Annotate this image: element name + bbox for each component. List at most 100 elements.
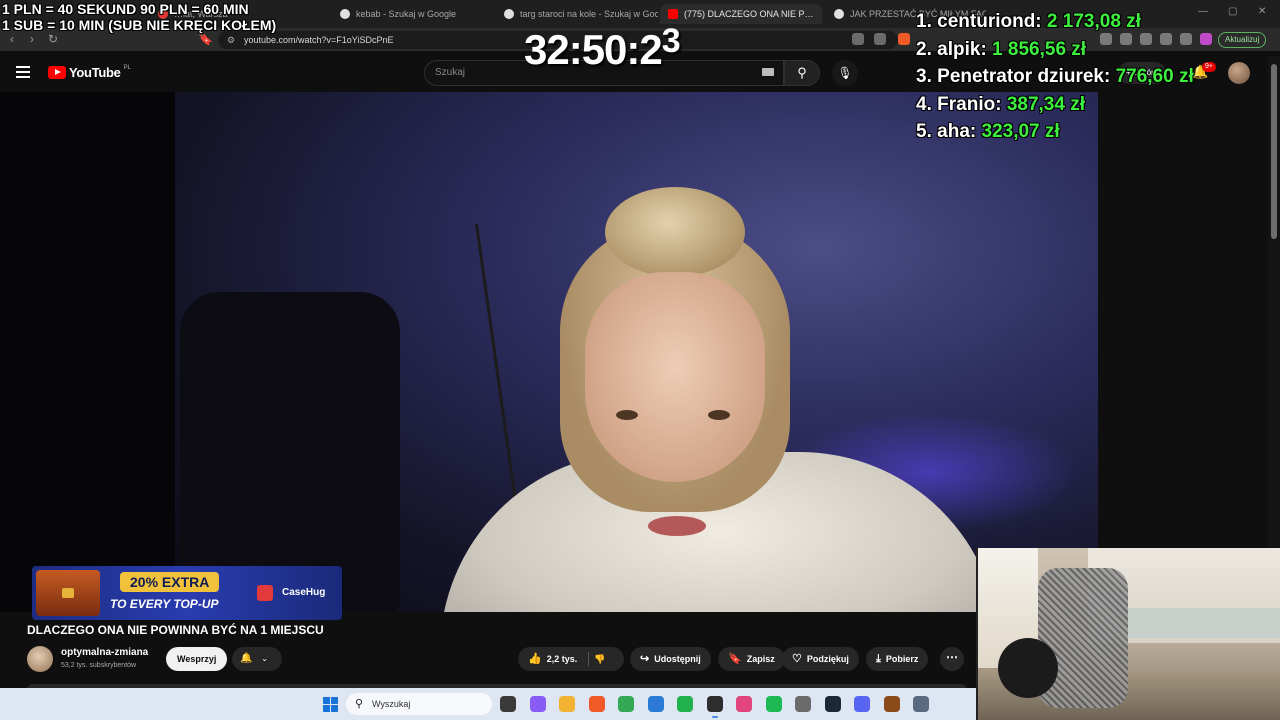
settings-icon[interactable]	[913, 696, 929, 712]
share-page-icon[interactable]	[874, 33, 886, 45]
menu-icon[interactable]	[16, 66, 30, 78]
taskbar-search-input[interactable]: ⚲ Wyszukaj	[346, 693, 492, 715]
leaderboard-row: 4. Franio: 387,34 zł	[916, 91, 1194, 119]
subscription-bell-button[interactable]: 🔔 ⌄	[232, 647, 282, 671]
search-button[interactable]: ⚲	[784, 60, 820, 86]
brave-beta-icon[interactable]	[736, 696, 752, 712]
donor-name: alpik:	[937, 38, 987, 60]
keyboard-icon[interactable]	[762, 68, 774, 76]
save-button[interactable]: 🔖 Zapisz	[718, 647, 785, 671]
notification-badge: 9+	[1202, 62, 1216, 72]
search-icon: ⚲	[355, 698, 364, 710]
more-actions-button[interactable]: ⋯	[940, 647, 964, 671]
casehug-logo-icon	[257, 585, 273, 601]
donation-amount: 1 856,56 zł	[992, 38, 1087, 60]
minimize-window-icon[interactable]: —	[1198, 6, 1208, 17]
region-code: PL	[123, 64, 131, 71]
save-label: Zapisz	[746, 654, 775, 664]
folder-icon[interactable]	[559, 696, 575, 712]
video-title: DLACZEGO ONA NIE POWINNA BYĆ NA 1 MIEJSC…	[27, 623, 324, 637]
leaderboard-rank: 1.	[916, 11, 932, 32]
treasure-chest-icon	[36, 570, 100, 616]
leaderboard-row: 2. alpik: 1 856,56 zł	[916, 36, 1194, 64]
thanks-icon: ♡	[792, 653, 802, 665]
steam-icon[interactable]	[824, 696, 841, 712]
browser-tab[interactable]: kebab - Szukaj w Google	[332, 4, 492, 24]
leaderboard-rank: 3.	[916, 66, 932, 87]
brave-icon[interactable]	[588, 696, 605, 712]
bookmark-icon[interactable]: 🔖	[198, 32, 213, 46]
subathon-timer: 32:50:23	[524, 22, 681, 74]
download-button[interactable]: ⤓ Pobierz	[866, 647, 929, 671]
donation-amount: 323,07 zł	[981, 121, 1060, 142]
webcam-mic-arm-shape	[998, 638, 1058, 698]
video-pillarbox	[0, 92, 175, 612]
maximize-window-icon[interactable]: ▢	[1228, 6, 1237, 17]
file-explorer-icon[interactable]	[500, 696, 516, 712]
youtube-play-logo-icon	[48, 66, 66, 79]
streamer-webcam	[976, 548, 1280, 720]
webcam-counter-shape	[1128, 608, 1280, 638]
video-person-shape	[708, 410, 730, 420]
timer-main: 32:50:2	[524, 26, 663, 73]
channel-avatar[interactable]	[27, 646, 53, 672]
reload-icon[interactable]: ↻	[48, 32, 58, 46]
spotify-icon[interactable]	[765, 696, 782, 712]
leaderboard-row: 1. centuriond: 2 173,08 zł	[916, 8, 1194, 36]
support-button[interactable]: Wesprzyj	[166, 647, 228, 671]
donor-name: Franio:	[937, 93, 1002, 115]
ad-subline: TO EVERY TOP-UP	[110, 597, 219, 611]
google-favicon-icon	[834, 9, 844, 19]
video-person-shape	[585, 272, 765, 482]
like-dislike-group: 👍 2,2 tys. 👎	[518, 647, 624, 671]
profile-icon[interactable]	[1200, 33, 1212, 45]
windows-taskbar: ⚲ Wyszukaj	[0, 688, 976, 720]
channel-name[interactable]: optymalna-zmiana	[61, 647, 148, 658]
windows-start-icon[interactable]	[323, 697, 338, 712]
video-player[interactable]	[0, 92, 1098, 612]
discord-icon[interactable]	[854, 696, 870, 712]
timer-last-digit: 3	[661, 22, 681, 60]
download-label: Pobierz	[885, 654, 919, 664]
video-chair-shape	[180, 292, 400, 612]
green-app-icon[interactable]	[677, 696, 693, 712]
account-avatar[interactable]	[1228, 62, 1250, 84]
cast-icon[interactable]	[852, 33, 864, 45]
update-browser-button[interactable]: Aktualizuj	[1218, 32, 1267, 48]
donation-rules-overlay: 1 PLN = 40 SEKUND 90 PLN = 60 MIN 1 SUB …	[2, 1, 276, 33]
sponsor-ad-banner: 20% EXTRA TO EVERY TOP-UP CaseHug	[32, 566, 342, 620]
donation-amount: 2 173,08 zł	[1046, 11, 1141, 32]
thanks-label: Podziękuj	[806, 654, 849, 664]
video-person-shape	[616, 410, 638, 420]
store-icon[interactable]	[647, 696, 664, 712]
browser-tab-active[interactable]: (775) DLACZEGO ONA NIE P… ✕	[660, 4, 822, 24]
taskbar-search-placeholder: Wyszukaj	[372, 699, 411, 709]
video-person-shape	[648, 516, 706, 536]
close-window-icon[interactable]: ✕	[1258, 6, 1266, 17]
leaderboard-row: 5. aha: 323,07 zł	[916, 118, 1194, 146]
youtube-logo[interactable]: YouTube PL	[48, 65, 131, 80]
donor-name: aha:	[937, 121, 977, 142]
tab-title: (775) DLACZEGO ONA NIE P…	[684, 9, 814, 19]
thumbs-up-icon: 👍	[528, 653, 542, 665]
like-button[interactable]: 👍 2,2 tys.	[518, 647, 586, 671]
scrollbar-thumb[interactable]	[1271, 64, 1277, 239]
chevron-down-icon: ⌄	[261, 654, 268, 663]
browser-tab[interactable]: targ staroci na kole - Szukaj w Google	[496, 4, 658, 24]
share-button[interactable]: ↪ Udostępnij	[630, 647, 711, 671]
voice-search-button[interactable]: 🎙	[832, 60, 858, 86]
dislike-button[interactable]: 👎	[594, 647, 605, 671]
obs-icon[interactable]	[706, 696, 723, 718]
back-icon[interactable]: ‹	[10, 32, 14, 46]
webcam-chair-shape	[1038, 568, 1128, 708]
forward-icon[interactable]: ›	[30, 32, 34, 46]
donation-leaderboard: 1. centuriond: 2 173,08 zł 2. alpik: 1 8…	[916, 8, 1194, 146]
thanks-button[interactable]: ♡ Podziękuj	[782, 647, 859, 671]
calculator-icon[interactable]	[795, 696, 811, 712]
chest-app-icon[interactable]	[883, 696, 900, 712]
site-info-icon[interactable]: ⚙	[227, 31, 235, 49]
video-person-shape	[605, 187, 745, 277]
copilot-icon[interactable]	[529, 696, 546, 712]
chrome-icon[interactable]	[618, 696, 634, 712]
brave-shields-icon[interactable]	[898, 33, 910, 45]
